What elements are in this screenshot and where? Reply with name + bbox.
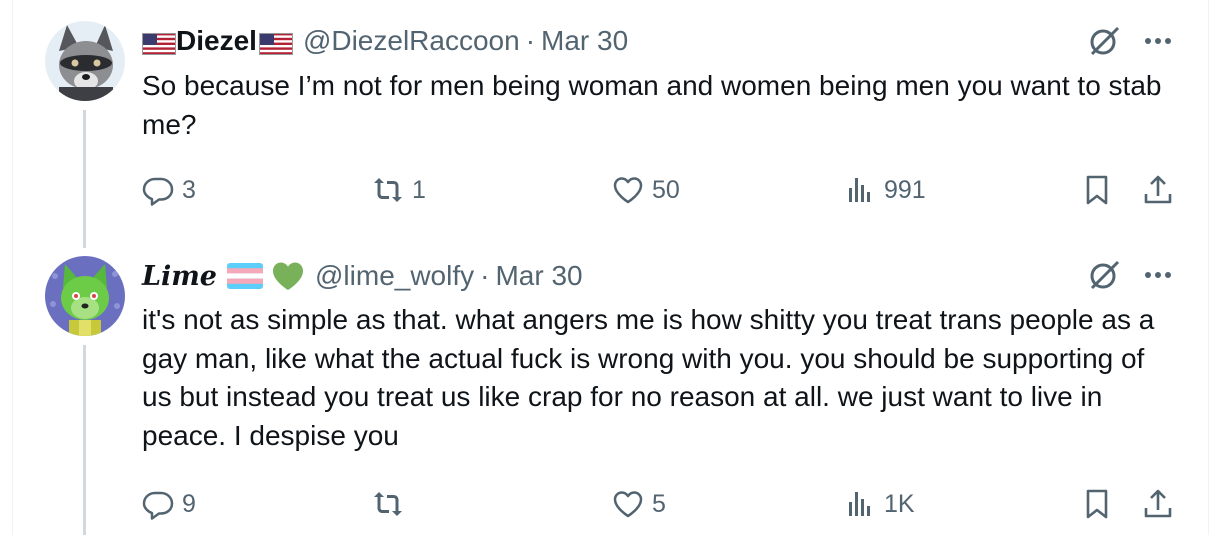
- bookmark-button[interactable]: [1079, 486, 1115, 522]
- green-heart-icon: [271, 260, 305, 292]
- user-handle[interactable]: @DiezelRaccoon: [303, 25, 520, 57]
- views-icon: [849, 178, 870, 202]
- share-icon: [1144, 175, 1172, 204]
- heart-icon: [613, 491, 643, 518]
- reply-icon: [142, 491, 174, 520]
- raccoon-avatar[interactable]: [45, 21, 125, 101]
- reply-count: 3: [182, 175, 196, 204]
- thread-connector-line: [83, 345, 86, 535]
- view-count: 1K: [884, 489, 915, 518]
- reply-icon: [142, 177, 174, 206]
- share-button[interactable]: [1140, 486, 1176, 522]
- grok-icon[interactable]: [1086, 23, 1122, 59]
- repost-button[interactable]: 1: [372, 170, 426, 210]
- tweet-date[interactable]: Mar 30: [495, 260, 582, 292]
- bookmark-icon: [1086, 175, 1108, 205]
- reply-button[interactable]: 9: [142, 484, 196, 524]
- thread-connector-line: [83, 110, 86, 248]
- tweet-header: Lime @lime_wolfy · Mar 30: [142, 259, 583, 293]
- reply-button[interactable]: 3: [142, 170, 196, 210]
- repost-count: 1: [412, 175, 426, 204]
- share-icon: [1144, 489, 1172, 518]
- green-wolf-avatar[interactable]: [45, 256, 125, 336]
- tweet-text: it's not as simple as that. what angers …: [142, 304, 1155, 451]
- views-button[interactable]: 1K: [844, 484, 915, 524]
- separator-dot: ·: [480, 260, 490, 291]
- trans-flag-icon: [227, 263, 263, 289]
- grok-icon[interactable]: [1086, 257, 1122, 293]
- left-border: [12, 0, 13, 535]
- like-button[interactable]: 50: [612, 170, 680, 210]
- more-options-icon[interactable]: [1140, 23, 1176, 59]
- heart-icon: [613, 177, 643, 204]
- tweet-text: So because I’m not for men being woman a…: [142, 70, 1162, 140]
- tweet-header: Diezel @DiezelRaccoon · Mar 30: [142, 24, 628, 58]
- views-icon: [849, 492, 870, 516]
- reply-count: 9: [182, 489, 196, 518]
- us-flag-icon: [142, 30, 176, 55]
- user-handle[interactable]: @lime_wolfy: [315, 260, 474, 292]
- view-count: 991: [884, 175, 926, 204]
- display-name[interactable]: Diezel: [176, 25, 257, 57]
- bookmark-button[interactable]: [1079, 172, 1115, 208]
- bookmark-icon: [1086, 489, 1108, 519]
- views-button[interactable]: 991: [844, 170, 926, 210]
- us-flag-icon: [258, 30, 293, 55]
- display-name[interactable]: Lime: [142, 261, 217, 292]
- separator-dot: ·: [525, 25, 536, 56]
- like-count: 5: [652, 489, 666, 518]
- repost-icon: [374, 492, 402, 516]
- repost-button[interactable]: [372, 484, 412, 524]
- share-button[interactable]: [1140, 172, 1176, 208]
- tweet-date[interactable]: Mar 30: [541, 25, 628, 57]
- like-count: 50: [652, 175, 680, 204]
- right-border: [1208, 0, 1209, 535]
- like-button[interactable]: 5: [612, 484, 666, 524]
- repost-icon: [374, 178, 402, 202]
- more-options-icon[interactable]: [1140, 257, 1176, 293]
